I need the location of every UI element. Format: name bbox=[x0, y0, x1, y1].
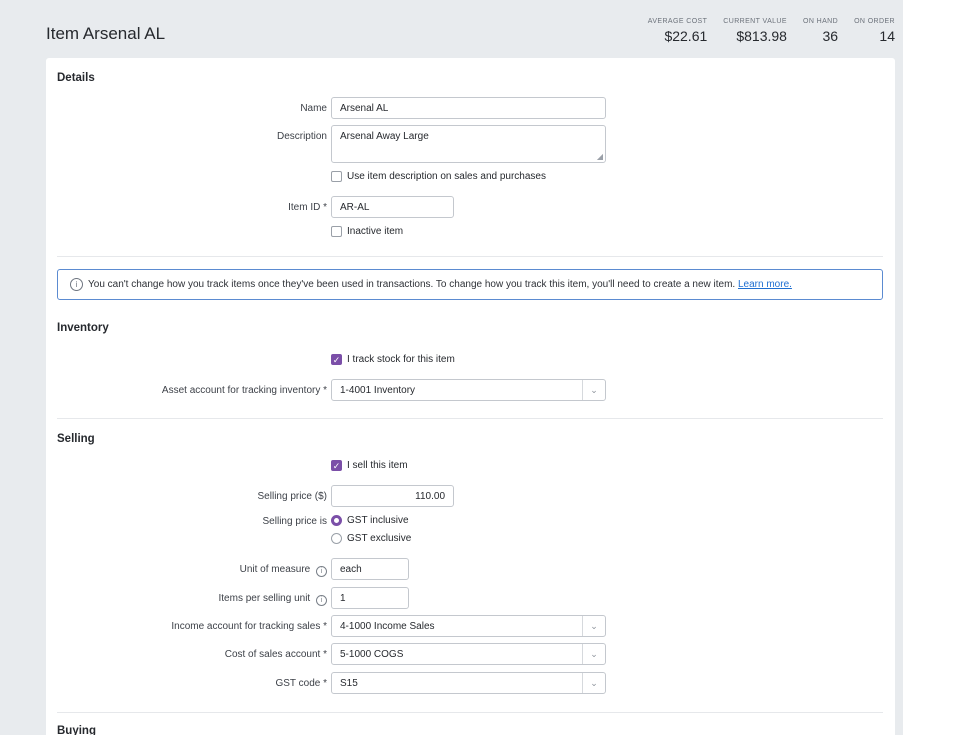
income-account-select[interactable]: 4-1000 Income Sales ⌄ bbox=[331, 615, 606, 637]
selling-price-label: Selling price ($) bbox=[257, 491, 327, 502]
description-text: Arsenal Away Large bbox=[340, 131, 429, 142]
checkbox-unchecked-icon[interactable] bbox=[331, 171, 342, 182]
cost-of-sales-select[interactable]: 5-1000 COGS ⌄ bbox=[331, 643, 606, 665]
stat-value: $22.61 bbox=[664, 28, 708, 44]
selling-price-input[interactable]: 110.00 bbox=[331, 485, 454, 507]
use-description-label: Use item description on sales and purcha… bbox=[347, 171, 546, 182]
items-per-unit-input[interactable]: 1 bbox=[331, 587, 409, 609]
info-icon[interactable]: i bbox=[316, 595, 327, 606]
items-per-unit-text: Items per selling unit bbox=[218, 593, 311, 604]
section-divider bbox=[57, 256, 883, 257]
section-divider bbox=[57, 418, 883, 419]
stat-on-hand: On hand 36 bbox=[803, 18, 838, 44]
asset-account-select[interactable]: 1-4001 Inventory ⌄ bbox=[331, 379, 606, 401]
gst-code-select[interactable]: S15 ⌄ bbox=[331, 672, 606, 694]
chevron-down-icon[interactable]: ⌄ bbox=[582, 644, 605, 664]
selling-section-title: Selling bbox=[57, 433, 95, 445]
stat-value: 14 bbox=[879, 28, 895, 44]
right-panel bbox=[903, 0, 971, 735]
buying-section-title: Buying bbox=[57, 725, 96, 735]
stat-value: 36 bbox=[822, 28, 839, 44]
stat-label: Average cost bbox=[647, 18, 708, 25]
name-label: Name bbox=[300, 103, 327, 114]
cost-of-sales-label: Cost of sales account * bbox=[224, 649, 327, 660]
checkbox-unchecked-icon[interactable] bbox=[331, 226, 342, 237]
inactive-item-checkbox[interactable]: Inactive item bbox=[331, 226, 403, 237]
gst-inclusive-label: GST inclusive bbox=[347, 515, 409, 526]
item-form-card: Details Name Arsenal AL Description Arse… bbox=[46, 58, 895, 735]
asset-account-label: Asset account for tracking inventory * bbox=[161, 385, 327, 396]
stat-current-value: Current value $813.98 bbox=[723, 18, 787, 44]
income-account-label: Income account for tracking sales * bbox=[171, 621, 327, 632]
gst-inclusive-radio[interactable]: GST inclusive bbox=[331, 515, 409, 526]
gst-code-value: S15 bbox=[340, 678, 358, 689]
page-title: Item Arsenal AL bbox=[46, 24, 166, 43]
info-icon[interactable]: i bbox=[316, 566, 327, 577]
details-section-title: Details bbox=[57, 72, 95, 84]
asset-account-value: 1-4001 Inventory bbox=[340, 385, 416, 396]
chevron-down-icon[interactable]: ⌄ bbox=[582, 673, 605, 693]
inventory-section-title: Inventory bbox=[57, 322, 109, 334]
resize-grip-icon[interactable]: ◢ bbox=[597, 152, 603, 161]
notice-text: You can't change how you track items onc… bbox=[88, 279, 736, 290]
unit-of-measure-label: Unit of measure i bbox=[240, 564, 327, 577]
item-page: Item Arsenal AL Average cost $22.61 Curr… bbox=[0, 0, 971, 735]
section-divider bbox=[57, 712, 883, 713]
stat-on-order: On order 14 bbox=[854, 18, 895, 44]
gst-exclusive-radio[interactable]: GST exclusive bbox=[331, 533, 411, 544]
cost-of-sales-value: 5-1000 COGS bbox=[340, 649, 404, 660]
selling-price-is-label: Selling price is bbox=[262, 516, 327, 527]
inactive-item-label: Inactive item bbox=[347, 226, 404, 237]
track-stock-checkbox[interactable]: ✓ I track stock for this item bbox=[331, 354, 455, 365]
chevron-down-icon[interactable]: ⌄ bbox=[582, 380, 605, 400]
item-id-label: Item ID * bbox=[288, 202, 327, 213]
track-stock-label: I track stock for this item bbox=[347, 354, 455, 365]
tracking-notice: i You can't change how you track items o… bbox=[57, 269, 883, 300]
stat-label: On hand bbox=[802, 18, 839, 25]
stat-label: Current value bbox=[723, 18, 787, 25]
item-stats: Average cost $22.61 Current value $813.9… bbox=[648, 18, 895, 44]
item-id-input[interactable]: AR-AL bbox=[331, 196, 454, 218]
use-description-checkbox[interactable]: Use item description on sales and purcha… bbox=[331, 171, 546, 182]
checkbox-checked-icon[interactable]: ✓ bbox=[331, 354, 342, 365]
unit-of-measure-text: Unit of measure bbox=[239, 564, 311, 575]
chevron-down-icon[interactable]: ⌄ bbox=[582, 616, 605, 636]
description-label: Description bbox=[276, 131, 327, 142]
stat-label: On order bbox=[854, 18, 895, 25]
items-per-unit-label: Items per selling unit i bbox=[218, 593, 327, 606]
radio-unselected-icon[interactable] bbox=[331, 533, 342, 544]
info-icon: i bbox=[70, 278, 83, 291]
sell-item-checkbox[interactable]: ✓ I sell this item bbox=[331, 460, 408, 471]
checkbox-checked-icon[interactable]: ✓ bbox=[331, 460, 342, 471]
gst-exclusive-label: GST exclusive bbox=[347, 533, 412, 544]
sell-item-label: I sell this item bbox=[347, 460, 408, 471]
name-input[interactable]: Arsenal AL bbox=[331, 97, 606, 119]
unit-of-measure-input[interactable]: each bbox=[331, 558, 409, 580]
stat-average-cost: Average cost $22.61 bbox=[648, 18, 708, 44]
learn-more-link[interactable]: Learn more. bbox=[738, 279, 792, 290]
gst-code-label: GST code * bbox=[275, 678, 327, 689]
income-account-value: 4-1000 Income Sales bbox=[340, 621, 435, 632]
radio-selected-icon[interactable] bbox=[331, 515, 342, 526]
description-textarea[interactable]: Arsenal Away Large ◢ bbox=[331, 125, 606, 163]
stat-value: $813.98 bbox=[736, 28, 787, 44]
